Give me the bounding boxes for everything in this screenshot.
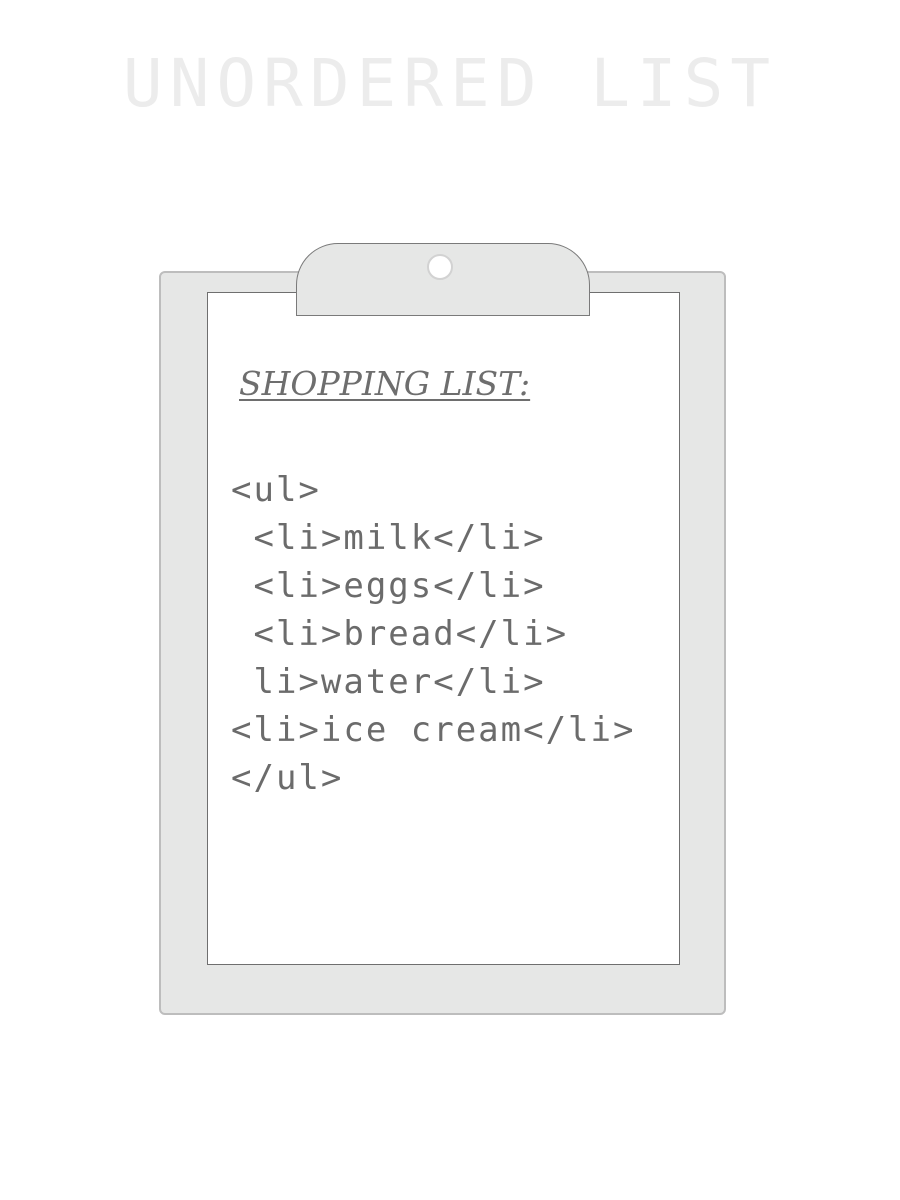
page-title: UNORDERED LIST [122,45,778,122]
code-line: li>water</li> [231,662,546,702]
code-line: </ul> [231,758,344,798]
shopping-list-title: SHOPPING LIST: [239,364,531,403]
code-line: <li>bread</li> [231,614,569,654]
code-line: <li>milk</li> [231,518,546,558]
code-line: <ul> [231,470,321,510]
code-line: <li>eggs</li> [231,566,546,606]
code-line: <li>ice cream</li> [231,710,636,750]
code-block: <ul> <li>milk</li> <li>eggs</li> <li>bre… [231,466,635,802]
clip-hole [427,254,453,280]
